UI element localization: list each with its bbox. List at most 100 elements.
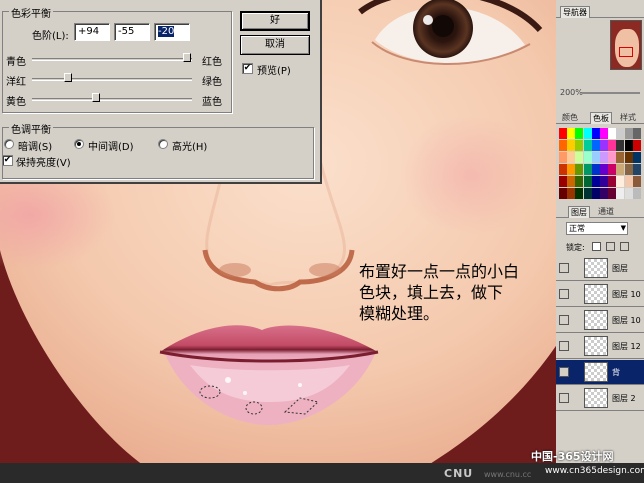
layer-row[interactable]: 图层	[556, 256, 644, 281]
layer-row[interactable]: 图层 10	[556, 308, 644, 333]
color-swatch[interactable]	[559, 140, 567, 151]
color-swatch[interactable]	[591, 140, 600, 151]
lock-paint-icon[interactable]	[606, 242, 615, 251]
eye-icon[interactable]	[559, 315, 569, 325]
color-swatch[interactable]	[583, 188, 592, 199]
cancel-button[interactable]: 取消	[240, 35, 310, 55]
color-swatch[interactable]	[583, 164, 592, 175]
color-swatch[interactable]	[624, 188, 633, 199]
slider-magenta-green-thumb[interactable]	[64, 73, 72, 82]
color-swatch[interactable]	[599, 176, 608, 187]
color-swatch[interactable]	[616, 152, 625, 163]
color-swatch[interactable]	[575, 140, 584, 151]
levels-input-yellow-blue[interactable]: -20	[154, 23, 190, 41]
color-swatch[interactable]	[632, 188, 641, 199]
color-swatch[interactable]	[632, 140, 641, 151]
color-swatch[interactable]	[632, 152, 641, 163]
eye-icon[interactable]	[559, 263, 569, 273]
slider-magenta-green-track[interactable]	[32, 78, 192, 81]
zoom-level[interactable]: 200%	[560, 88, 583, 97]
color-swatch[interactable]	[616, 164, 625, 175]
color-swatch[interactable]	[591, 176, 600, 187]
color-swatch[interactable]	[608, 128, 617, 139]
levels-input-magenta-green[interactable]: -55	[114, 23, 150, 41]
color-swatch[interactable]	[632, 128, 641, 139]
color-swatch[interactable]	[567, 140, 576, 151]
color-swatch[interactable]	[575, 188, 584, 199]
color-swatch[interactable]	[567, 152, 576, 163]
color-swatch[interactable]	[624, 164, 633, 175]
color-swatch[interactable]	[624, 176, 633, 187]
slider-yellow-blue-thumb[interactable]	[92, 93, 100, 102]
color-swatch[interactable]	[559, 152, 567, 163]
highlights-radio[interactable]	[158, 139, 168, 149]
color-swatch[interactable]	[599, 164, 608, 175]
slider-cyan-red-track[interactable]	[32, 58, 192, 61]
layer-row[interactable]: 图层 12	[556, 334, 644, 359]
shadows-radio[interactable]	[4, 139, 14, 149]
highlights-label[interactable]: 高光(H)	[172, 138, 207, 153]
color-swatch[interactable]	[559, 164, 567, 175]
color-swatch[interactable]	[567, 176, 576, 187]
layer-row[interactable]: 背	[556, 360, 644, 385]
preview-label[interactable]: 预览(P)	[257, 62, 291, 77]
color-swatch[interactable]	[624, 140, 633, 151]
color-swatch[interactable]	[608, 188, 617, 199]
color-swatch[interactable]	[616, 188, 625, 199]
midtones-label[interactable]: 中间调(D)	[88, 138, 134, 153]
color-swatch[interactable]	[567, 188, 576, 199]
color-swatch[interactable]	[624, 152, 633, 163]
eye-icon[interactable]	[559, 289, 569, 299]
color-swatch[interactable]	[616, 128, 625, 139]
color-swatch[interactable]	[591, 128, 600, 139]
color-swatch[interactable]	[575, 152, 584, 163]
lock-move-icon[interactable]	[620, 242, 629, 251]
color-swatch[interactable]	[575, 176, 584, 187]
color-swatch[interactable]	[559, 176, 567, 187]
lock-transparency-icon[interactable]	[592, 242, 601, 251]
color-swatch[interactable]	[608, 164, 617, 175]
color-swatch[interactable]	[567, 164, 576, 175]
color-swatch[interactable]	[624, 128, 633, 139]
color-swatch[interactable]	[591, 152, 600, 163]
color-swatch[interactable]	[599, 152, 608, 163]
color-swatch[interactable]	[583, 176, 592, 187]
tab-color[interactable]: 颜色	[560, 112, 580, 124]
color-swatch[interactable]	[632, 176, 641, 187]
color-swatch[interactable]	[559, 188, 567, 199]
color-swatch[interactable]	[559, 128, 567, 139]
swatch-grid[interactable]	[559, 128, 641, 200]
blend-mode-select[interactable]: 正常 ▼	[566, 222, 628, 235]
eye-icon[interactable]	[559, 341, 569, 351]
tab-channels[interactable]: 通道	[596, 206, 616, 218]
color-swatch[interactable]	[591, 164, 600, 175]
color-swatch[interactable]	[608, 152, 617, 163]
preserve-luminosity-checkbox[interactable]: ✔	[2, 155, 13, 166]
midtones-radio[interactable]	[74, 139, 84, 149]
ok-button[interactable]: 好	[240, 11, 310, 31]
slider-cyan-red-thumb[interactable]	[183, 53, 191, 62]
layer-row[interactable]: 图层 2	[556, 386, 644, 411]
tab-layers[interactable]: 图层	[568, 206, 590, 218]
color-swatch[interactable]	[591, 188, 600, 199]
layer-row[interactable]: 图层 10	[556, 282, 644, 307]
color-swatch[interactable]	[616, 140, 625, 151]
color-swatch[interactable]	[599, 188, 608, 199]
tab-styles[interactable]: 样式	[618, 112, 638, 124]
color-swatch[interactable]	[567, 128, 576, 139]
color-swatch[interactable]	[599, 140, 608, 151]
eye-icon[interactable]	[559, 367, 569, 377]
preview-checkbox[interactable]: ✔	[242, 63, 253, 74]
color-swatch[interactable]	[583, 140, 592, 151]
levels-input-cyan-red[interactable]: +94	[74, 23, 110, 41]
shadows-label[interactable]: 暗调(S)	[18, 138, 52, 153]
color-swatch[interactable]	[575, 128, 584, 139]
color-swatch[interactable]	[632, 164, 641, 175]
color-swatch[interactable]	[575, 164, 584, 175]
color-swatch[interactable]	[608, 176, 617, 187]
tab-navigator[interactable]: 导航器	[560, 6, 590, 18]
tab-swatches[interactable]: 色板	[590, 112, 612, 124]
slider-yellow-blue-track[interactable]	[32, 98, 192, 101]
color-swatch[interactable]	[583, 152, 592, 163]
color-swatch[interactable]	[599, 128, 608, 139]
